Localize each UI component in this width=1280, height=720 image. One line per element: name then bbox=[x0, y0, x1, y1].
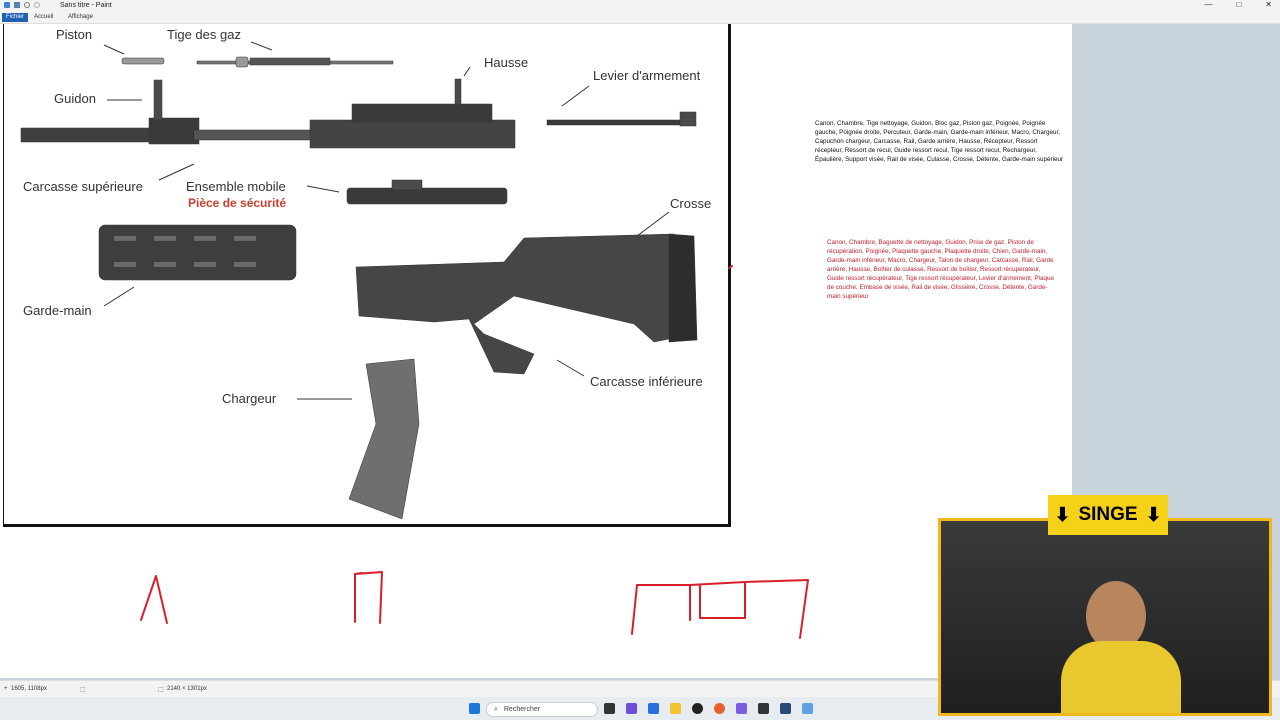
singe-banner: ⬇ SINGE ⬇ bbox=[1048, 495, 1168, 535]
cursor-position-icon: + bbox=[4, 686, 8, 692]
canvas-size: 2140 × 1301px bbox=[167, 686, 207, 692]
help-icon[interactable] bbox=[780, 703, 791, 714]
red-stroke-pi bbox=[354, 571, 383, 624]
app-icon[interactable] bbox=[736, 703, 747, 714]
webcam-overlay bbox=[938, 518, 1272, 716]
canvas-size-icon: ⬚ bbox=[158, 687, 164, 693]
copilot-icon[interactable] bbox=[626, 703, 637, 714]
arrow-down-icon: ⬇ bbox=[1145, 504, 1162, 526]
file-explorer-icon[interactable] bbox=[670, 703, 681, 714]
obs-icon[interactable] bbox=[692, 703, 703, 714]
taskbar-search[interactable]: ⌕ Rechercher bbox=[486, 702, 598, 717]
red-stroke-pop bbox=[631, 579, 809, 639]
red-stroke-lambda bbox=[140, 575, 168, 624]
banner-text: SINGE bbox=[1078, 504, 1138, 525]
cursor-position: 1605, 1108px bbox=[11, 686, 47, 692]
search-placeholder: Rechercher bbox=[503, 706, 541, 713]
firefox-icon[interactable] bbox=[714, 703, 725, 714]
windows-start-icon[interactable] bbox=[469, 703, 480, 714]
terminal-icon[interactable] bbox=[758, 703, 769, 714]
red-stroke-tick bbox=[728, 265, 733, 269]
paint-taskbar-icon[interactable] bbox=[802, 703, 813, 714]
streamer-shirt bbox=[1061, 641, 1181, 713]
arrow-down-icon: ⬇ bbox=[1054, 504, 1071, 526]
search-icon: ⌕ bbox=[494, 706, 498, 713]
selection-icon: ⬚ bbox=[80, 687, 86, 693]
edge-icon[interactable] bbox=[648, 703, 659, 714]
task-view-icon[interactable] bbox=[604, 703, 615, 714]
